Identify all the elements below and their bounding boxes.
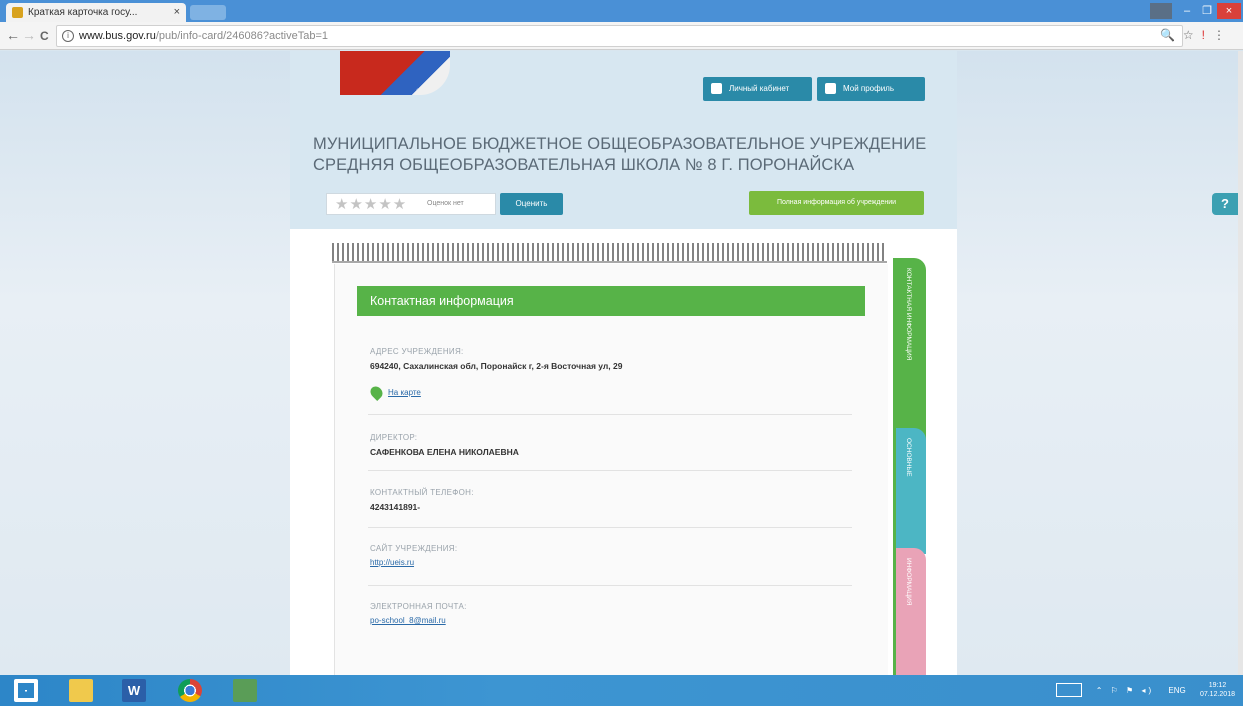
email-link[interactable]: po-school_8@mail.ru — [370, 616, 850, 625]
clock-time: 19:12 — [1208, 682, 1227, 689]
site-label: САЙТ УЧРЕЖДЕНИЯ: — [370, 544, 458, 553]
new-tab-button[interactable] — [190, 5, 226, 20]
help-button[interactable]: ? — [1212, 193, 1238, 215]
my-profile-button[interactable]: Мой профиль — [817, 77, 925, 101]
page-background-right — [957, 51, 1243, 675]
map-link[interactable]: На карте — [368, 384, 421, 401]
email-label: ЭЛЕКТРОННАЯ ПОЧТА: — [370, 602, 467, 611]
taskbar: W ⌃ ⚐ ⚑ ◂) ENG 19:12 07.12.2018 — [0, 675, 1243, 706]
maximize-button[interactable]: ❐ — [1196, 3, 1218, 19]
tray-icons[interactable]: ⌃ ⚐ ⚑ ◂) — [1096, 686, 1154, 695]
forward-button[interactable]: → — [22, 27, 36, 43]
address-value: 694240, Сахалинская обл, Поронайск г, 2-… — [370, 361, 623, 371]
notebook-spiral — [332, 243, 887, 263]
address-toolbar: ← → C i www.bus.gov.ru/pub/info-card/246… — [0, 22, 1243, 50]
site-field: САЙТ УЧРЕЖДЕНИЯ: http://ueis.ru — [370, 544, 850, 567]
email-field: ЭЛЕКТРОННАЯ ПОЧТА: po-school_8@mail.ru — [370, 602, 850, 625]
map-pin-icon — [368, 384, 385, 401]
divider — [368, 414, 852, 415]
director-label: ДИРЕКТОР: — [370, 433, 418, 442]
browser-actions: 🔍☆!⋮ — [1160, 28, 1233, 42]
phone-label: КОНТАКТНЫЙ ТЕЛЕФОН: — [370, 488, 474, 497]
info-icon[interactable]: i — [62, 30, 74, 42]
minimize-button[interactable]: – — [1176, 3, 1198, 19]
zoom-icon[interactable]: 🔍 — [1160, 28, 1183, 42]
director-field: ДИРЕКТОР: САФЕНКОВА ЕЛЕНА НИКОЛАЕВНА — [370, 433, 850, 457]
divider — [368, 470, 852, 471]
clock-date: 07.12.2018 — [1199, 691, 1235, 698]
rating-text: Оценок нет — [427, 200, 464, 207]
tab-close-icon[interactable]: × — [174, 6, 180, 18]
tab-main-label: ОСНОВНЫЕ — [905, 438, 912, 477]
start-button[interactable] — [14, 679, 38, 702]
reload-button[interactable]: C — [40, 29, 49, 43]
tab-title: Краткая карточка госу... — [28, 7, 138, 18]
divider — [368, 527, 852, 528]
browser-tabstrip: Краткая карточка госу... × – ❐ × — [0, 0, 1243, 22]
file-explorer-icon[interactable] — [69, 679, 93, 702]
tab-info[interactable]: ИНФОРМАЦИЯ — [896, 548, 926, 675]
lock-icon — [711, 83, 722, 94]
rating-widget[interactable]: ★★★★★ Оценок нет — [326, 193, 496, 215]
personal-cabinet-label: Личный кабинет — [729, 84, 790, 93]
my-profile-label: Мой профиль — [843, 84, 895, 93]
phone-field: КОНТАКТНЫЙ ТЕЛЕФОН: 4243141891- — [370, 488, 850, 512]
page-background-left — [0, 51, 290, 675]
clock[interactable]: 19:12 07.12.2018 — [1200, 681, 1235, 699]
tab-contact-label: КОНТАКТНАЯ ИНФОРМАЦИЯ — [905, 268, 912, 361]
phone-value: 4243141891- — [370, 502, 421, 512]
back-button[interactable]: ← — [6, 27, 20, 43]
close-window-button[interactable]: × — [1217, 3, 1241, 19]
site-link[interactable]: http://ueis.ru — [370, 558, 850, 567]
menu-icon[interactable]: ⋮ — [1213, 28, 1233, 42]
url-path: /pub/info-card/246086?activeTab=1 — [155, 30, 328, 42]
personal-cabinet-button[interactable]: Личный кабинет — [703, 77, 812, 101]
extension-icon[interactable]: ! — [1202, 28, 1213, 42]
director-value: САФЕНКОВА ЕЛЕНА НИКОЛАЕВНА — [370, 447, 519, 457]
user-icon — [825, 83, 836, 94]
tab-main[interactable]: ОСНОВНЫЕ — [896, 428, 926, 554]
keyboard-icon[interactable] — [1055, 683, 1082, 697]
divider — [368, 585, 852, 586]
system-tray: ⌃ ⚐ ⚑ ◂) ENG 19:12 07.12.2018 — [1055, 681, 1235, 699]
browser-tab[interactable]: Краткая карточка госу... × — [6, 3, 186, 22]
page-title: МУНИЦИПАЛЬНОЕ БЮДЖЕТНОЕ ОБЩЕОБРАЗОВАТЕЛЬ… — [313, 135, 927, 174]
site-favicon-icon — [12, 7, 23, 18]
app-icon[interactable] — [233, 679, 257, 702]
map-link-label: На карте — [388, 388, 421, 397]
user-icon[interactable] — [1150, 3, 1172, 19]
flag-logo-icon — [340, 51, 450, 95]
url-domain: www.bus.gov.ru — [79, 30, 156, 42]
rating-stars[interactable]: ★★★★★ — [335, 195, 407, 213]
section-header: Контактная информация — [357, 286, 865, 316]
full-info-button[interactable]: Полная информация об учреждении — [749, 191, 924, 215]
address-field: АДРЕС УЧРЕЖДЕНИЯ: 694240, Сахалинская об… — [370, 347, 850, 371]
word-icon[interactable]: W — [122, 679, 146, 702]
bookmark-star-icon[interactable]: ☆ — [1183, 28, 1202, 42]
url-input[interactable]: i www.bus.gov.ru/pub/info-card/246086?ac… — [56, 25, 1183, 47]
language-indicator[interactable]: ENG — [1168, 686, 1185, 695]
tab-info-label: ИНФОРМАЦИЯ — [905, 558, 912, 606]
scrollbar[interactable] — [1238, 51, 1243, 675]
rate-button[interactable]: Оценить — [500, 193, 563, 215]
address-label: АДРЕС УЧРЕЖДЕНИЯ: — [370, 347, 464, 356]
tab-contact-info[interactable]: КОНТАКТНАЯ ИНФОРМАЦИЯ — [896, 258, 926, 448]
chrome-icon[interactable] — [178, 679, 202, 702]
